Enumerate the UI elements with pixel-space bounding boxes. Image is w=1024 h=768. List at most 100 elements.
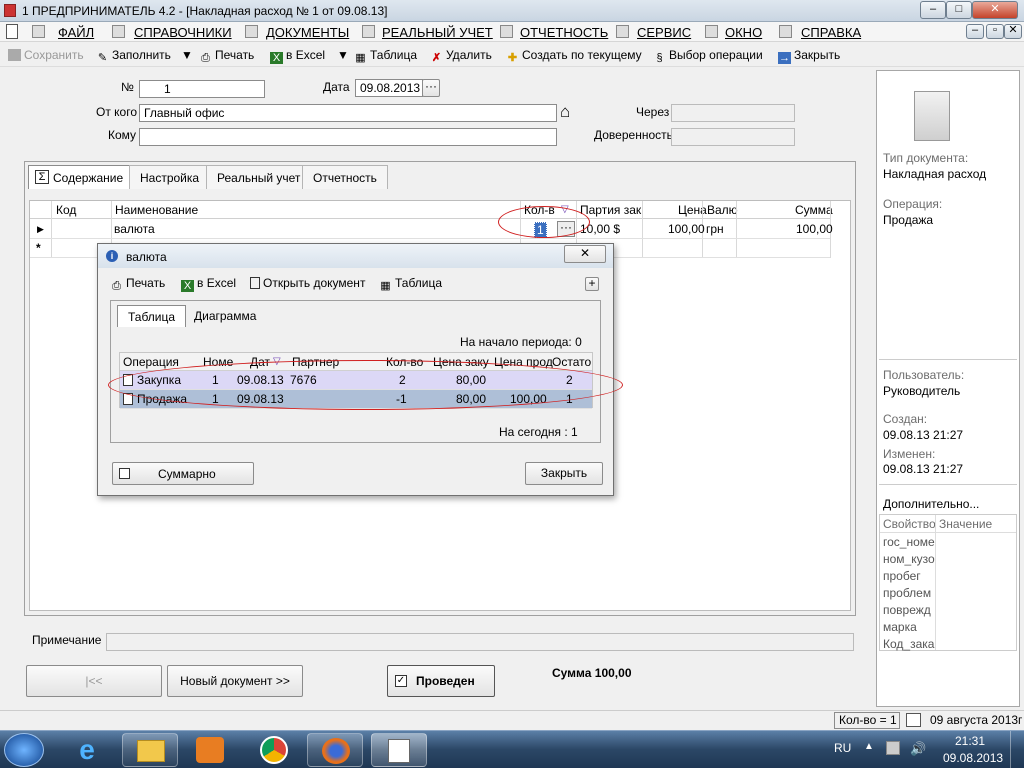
tab-settings[interactable]: Настройка: [129, 165, 211, 189]
dialog-table-button[interactable]: ▦ Таблица: [379, 276, 442, 292]
prop-row[interactable]: гос_номе: [883, 535, 935, 549]
col-operation[interactable]: Операция: [123, 355, 179, 369]
prop-row[interactable]: поврежд: [883, 603, 931, 617]
close-doc-button[interactable]: → Закрыть: [778, 48, 840, 64]
dialog-close-action-button[interactable]: Закрыть: [525, 462, 603, 485]
proxy-field[interactable]: [671, 128, 795, 146]
language-indicator[interactable]: RU: [834, 741, 851, 755]
create-by-current-button[interactable]: ✚ Создать по текущему: [506, 48, 642, 64]
from-field[interactable]: Главный офис: [139, 104, 557, 122]
menu-help[interactable]: СПРАВКА: [801, 25, 861, 40]
col-name[interactable]: Наименование: [115, 203, 198, 217]
posted-label: Проведен: [416, 674, 475, 688]
dialog-expand-button[interactable]: +: [585, 277, 599, 291]
network-icon[interactable]: [886, 741, 900, 755]
extra-link[interactable]: Дополнительно...: [883, 497, 979, 511]
save-button[interactable]: Сохранить: [8, 48, 84, 62]
delete-button[interactable]: ✗ Удалить: [430, 48, 492, 64]
chrome-icon[interactable]: [260, 736, 288, 764]
note-field[interactable]: [106, 633, 854, 651]
minimize-button[interactable]: –: [920, 1, 946, 19]
clock-time[interactable]: 21:31: [955, 734, 985, 748]
excel-dropdown-arrow[interactable]: ▼: [337, 48, 349, 62]
mdi-restore-button[interactable]: ▫: [986, 24, 1004, 39]
home-icon[interactable]: ⌂: [560, 103, 570, 121]
maximize-button[interactable]: □: [946, 1, 972, 19]
posted-toggle[interactable]: ✓ Проведен: [387, 665, 495, 697]
tab-reports[interactable]: Отчетность: [302, 165, 388, 189]
first-document-button[interactable]: |<<: [26, 665, 162, 697]
note-label: Примечание: [32, 633, 102, 647]
table-button[interactable]: ▦ Таблица: [354, 48, 417, 64]
new-document-button[interactable]: Новый документ >>: [167, 665, 303, 697]
window-menu-icon: [705, 25, 718, 38]
menu-service[interactable]: СЕРВИС: [637, 25, 691, 40]
prop-row[interactable]: ном_кузо: [883, 552, 935, 566]
print-button[interactable]: ⎙ Печать: [199, 48, 254, 64]
excel-icon: X: [181, 280, 194, 292]
media-player-icon[interactable]: [196, 737, 224, 763]
cell-price[interactable]: 100,00: [668, 222, 705, 236]
menu-file[interactable]: ФАЙЛ: [58, 25, 94, 40]
created-label: Создан:: [883, 412, 928, 426]
col-party[interactable]: Партия зак: [580, 203, 641, 217]
firefox-taskbar-button[interactable]: [307, 733, 363, 767]
date-picker-button[interactable]: ···: [422, 79, 440, 97]
menu-reports[interactable]: ОТЧЕТНОСТЬ: [520, 25, 608, 40]
tray-expand-icon[interactable]: ▲: [864, 741, 874, 752]
dialog-print-button[interactable]: ⎙ Печать: [110, 276, 165, 292]
col-currency[interactable]: Валю: [707, 203, 738, 217]
summary-toggle[interactable]: Суммарно: [112, 462, 254, 485]
col-code[interactable]: Код: [56, 203, 76, 217]
posted-checkbox[interactable]: ✓: [395, 675, 407, 687]
prop-row[interactable]: Код_зака: [883, 637, 934, 651]
show-desktop-button[interactable]: [1010, 731, 1024, 768]
date-field[interactable]: 09.08.2013: [355, 79, 423, 97]
excel-button[interactable]: Xв Excel: [270, 48, 325, 64]
menu-references[interactable]: СПРАВОЧНИКИ: [134, 25, 232, 40]
dialog-open-document-button[interactable]: Открыть документ: [250, 276, 365, 290]
dialog-tab-table[interactable]: Таблица: [117, 305, 187, 327]
dialog-title: валюта: [126, 250, 167, 264]
cell-sum[interactable]: 100,00: [796, 222, 833, 236]
tab-content[interactable]: Σ Содержание: [28, 165, 135, 189]
menu-real-account[interactable]: РЕАЛЬНЫЙ УЧЕТ: [382, 25, 493, 40]
service-menu-icon: [616, 25, 629, 38]
table-row[interactable]: ▶ валюта 1 ··· 10,00 $ 100,00 грн 100,00: [30, 220, 833, 239]
tab-real-account[interactable]: Реальный учет: [206, 165, 312, 189]
cell-name[interactable]: валюта: [114, 222, 155, 236]
explorer-taskbar-button[interactable]: [122, 733, 178, 767]
fill-dropdown-arrow[interactable]: ▼: [181, 48, 193, 62]
prop-row[interactable]: пробег: [883, 569, 921, 583]
val-header[interactable]: Значение: [939, 517, 992, 531]
number-label: №: [121, 80, 134, 94]
prop-header[interactable]: Свойство: [883, 517, 936, 531]
col-rest[interactable]: Остато: [552, 355, 591, 369]
dialog-excel-button[interactable]: Xв Excel: [181, 276, 236, 292]
fill-button[interactable]: ✎ Заполнить: [96, 48, 171, 64]
app-taskbar-button[interactable]: [371, 733, 427, 767]
via-field[interactable]: [671, 104, 795, 122]
select-operation-button[interactable]: § Выбор операции: [653, 48, 762, 64]
windows-taskbar: e RU ▲ 🔊 21:31 09.08.2013: [0, 730, 1024, 768]
document-large-icon: [914, 91, 950, 141]
dialog-close-button[interactable]: ✕: [564, 245, 606, 263]
dialog-tab-diagram[interactable]: Диаграмма: [184, 305, 266, 327]
start-button[interactable]: [4, 733, 44, 767]
prop-row[interactable]: марка: [883, 620, 917, 634]
cell-currency[interactable]: грн: [706, 222, 724, 236]
window-title: 1 ПРЕДПРИНИМАТЕЛЬ 4.2 - [Накладная расхо…: [22, 4, 388, 18]
mdi-close-button[interactable]: ✕: [1004, 24, 1022, 39]
to-field[interactable]: [139, 128, 557, 146]
number-field[interactable]: 1: [139, 80, 265, 98]
menu-documents[interactable]: ДОКУМЕНТЫ: [266, 25, 349, 40]
prop-row[interactable]: проблем: [883, 586, 931, 600]
volume-icon[interactable]: 🔊: [910, 741, 926, 757]
col-sum[interactable]: Сумма: [795, 203, 833, 217]
summary-checkbox[interactable]: [119, 468, 130, 479]
mdi-minimize-button[interactable]: –: [966, 24, 984, 39]
menu-window[interactable]: ОКНО: [725, 25, 762, 40]
close-button[interactable]: ✕: [972, 1, 1018, 19]
ie-icon[interactable]: e: [72, 736, 102, 764]
clock-date[interactable]: 09.08.2013: [943, 751, 1003, 765]
